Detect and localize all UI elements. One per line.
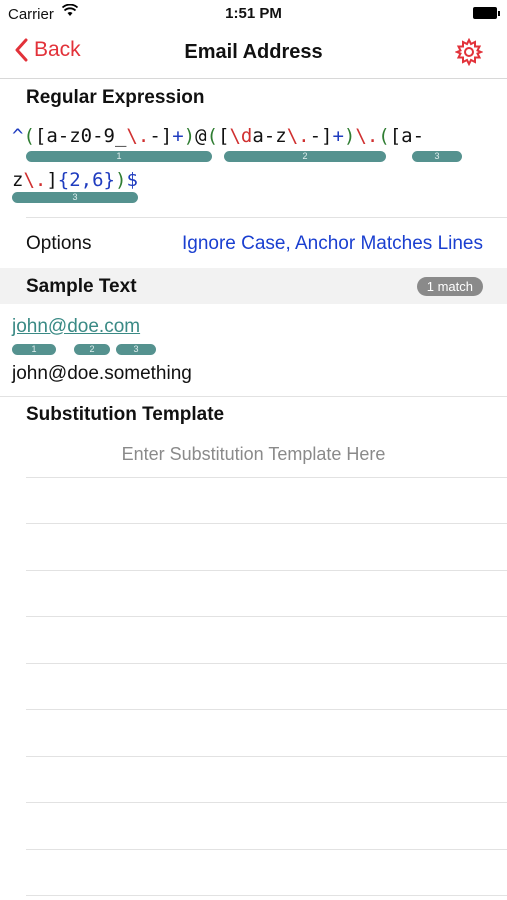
ruled-line bbox=[26, 663, 507, 664]
regex-line-1[interactable]: ^([a-z0-9_\.-]+)@([\da-z\.-]+)\.([a- bbox=[12, 125, 424, 147]
ruled-line bbox=[26, 802, 507, 803]
regex-token: ] bbox=[46, 169, 58, 191]
regex-token: \. bbox=[355, 125, 379, 147]
group-pill-3-continued: 3 bbox=[12, 192, 138, 203]
status-bar: Carrier 1:51 PM bbox=[0, 0, 507, 28]
battery-icon bbox=[473, 7, 500, 19]
regex-token: ) bbox=[343, 125, 356, 147]
ruled-line bbox=[26, 895, 507, 896]
ruled-line bbox=[26, 570, 507, 571]
sample-text-header: Sample Text 1 match bbox=[0, 268, 507, 304]
regex-token: z bbox=[12, 169, 24, 191]
regex-token: \. bbox=[286, 125, 310, 147]
regex-token: [a-z0-9_ bbox=[34, 125, 127, 147]
regex-token: + bbox=[332, 125, 344, 147]
options-value[interactable]: Ignore Case, Anchor Matches Lines bbox=[182, 233, 483, 255]
ruled-line bbox=[26, 523, 507, 524]
regex-token: $ bbox=[126, 169, 138, 191]
regex-token: \. bbox=[23, 169, 47, 191]
group-pill-1: 1 bbox=[26, 151, 212, 162]
ruled-line bbox=[26, 756, 507, 757]
sample-line[interactable]: john@doe.something bbox=[12, 363, 192, 385]
divider bbox=[0, 396, 507, 397]
match-group-pill-2: 2 bbox=[74, 344, 110, 355]
sample-line-match[interactable]: john@doe.com bbox=[12, 316, 140, 338]
regex-token: ( bbox=[206, 125, 219, 147]
gear-icon[interactable] bbox=[455, 38, 483, 66]
ruled-line bbox=[26, 709, 507, 710]
regex-token: ( bbox=[378, 125, 390, 147]
regex-token: ( bbox=[23, 125, 35, 147]
regex-token: ) bbox=[183, 125, 196, 147]
match-group-pill-1: 1 bbox=[12, 344, 56, 355]
regex-token: -] bbox=[149, 125, 173, 147]
regex-heading: Regular Expression bbox=[26, 87, 205, 108]
regex-token: ^ bbox=[12, 125, 24, 147]
ruled-line bbox=[26, 477, 507, 478]
match-group-pill-3: 3 bbox=[116, 344, 156, 355]
regex-token: [ bbox=[218, 125, 230, 147]
regex-token: {2,6} bbox=[57, 169, 115, 191]
sample-heading: Sample Text bbox=[26, 276, 137, 297]
substitution-heading: Substitution Template bbox=[26, 404, 225, 425]
divider bbox=[26, 217, 507, 218]
ruled-line bbox=[26, 616, 507, 617]
regex-token: \. bbox=[126, 125, 150, 147]
page-title: Email Address bbox=[184, 41, 323, 63]
navigation-bar: Back Email Address bbox=[0, 28, 507, 79]
regex-token: a-z bbox=[252, 125, 287, 147]
regex-line-2[interactable]: z\.]{2,6})$ bbox=[12, 169, 138, 191]
group-pill-3: 3 bbox=[412, 151, 462, 162]
ruled-line bbox=[26, 849, 507, 850]
match-count-badge: 1 match bbox=[416, 277, 483, 296]
clock: 1:51 PM bbox=[225, 5, 282, 22]
group-pill-2: 2 bbox=[224, 151, 386, 162]
regex-token: -] bbox=[309, 125, 333, 147]
regex-token: \d bbox=[229, 125, 253, 147]
regex-token: [a- bbox=[389, 125, 425, 147]
options-label: Options bbox=[26, 233, 92, 254]
regex-token: @ bbox=[195, 125, 207, 147]
regex-token: + bbox=[172, 125, 184, 147]
regex-token: ) bbox=[115, 169, 127, 191]
substitution-input[interactable]: Enter Substitution Template Here bbox=[0, 444, 507, 465]
